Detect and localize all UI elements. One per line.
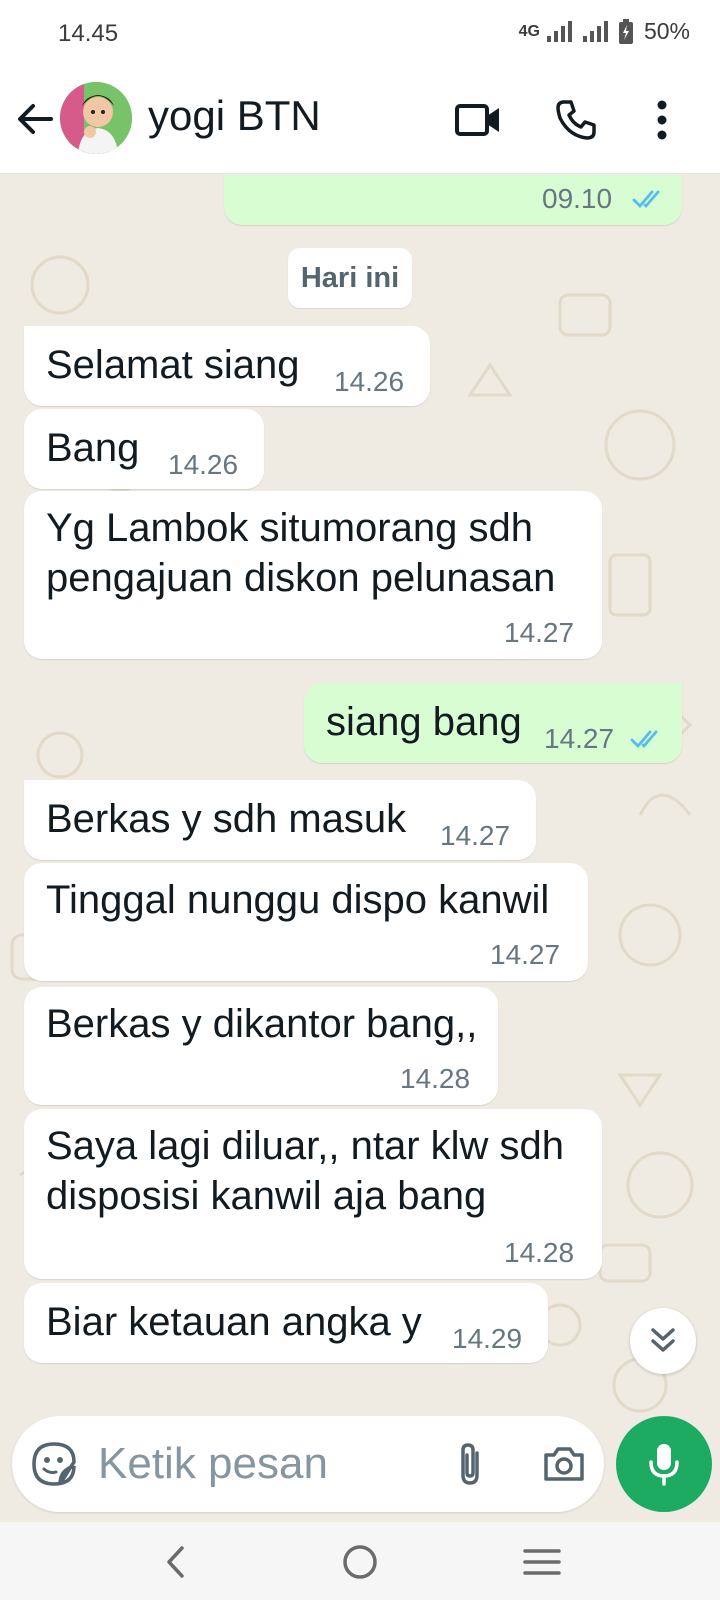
battery-icon [618, 18, 633, 44]
message-text: Biar ketauan angka y [46, 1300, 422, 1344]
nav-home-button[interactable] [330, 1532, 390, 1592]
back-button[interactable] [12, 96, 58, 142]
read-receipt-icon [630, 730, 658, 749]
message-bubble-incoming[interactable]: Tinggal nunggu dispo kanwil 14.27 [24, 863, 588, 981]
message-time: 14.27 [504, 617, 575, 648]
message-composer [12, 1416, 604, 1512]
message-bubble-incoming[interactable]: Bang 14.26 [24, 409, 264, 489]
message-time: 14.29 [452, 1323, 523, 1354]
message-bubble-incoming[interactable]: Selamat siang 14.26 [24, 326, 430, 406]
message-text: Tinggal nunggu dispo kanwil [46, 878, 550, 922]
camera-button[interactable] [538, 1438, 590, 1490]
status-indicators: 4G 50% [519, 18, 690, 45]
contact-photo [60, 82, 132, 154]
paperclip-icon [461, 1443, 479, 1485]
message-text-line: disposisi kanwil aja bang [46, 1174, 487, 1218]
nav-home-icon [343, 1545, 377, 1579]
emoji-button[interactable] [30, 1440, 78, 1488]
message-text: Berkas y sdh masuk [46, 797, 407, 841]
message-text-line: pengajuan diskon pelunasan [46, 556, 556, 600]
contact-name[interactable]: yogi BTN [148, 92, 321, 140]
date-divider: Hari ini [288, 248, 412, 308]
message-time: 14.27 [544, 723, 615, 754]
status-bar: 14.45 4G 50% [0, 0, 720, 68]
message-time: 14.26 [168, 449, 239, 480]
message-bubble-outgoing[interactable]: siang bang 14.27 [304, 683, 682, 763]
message-text: Berkas y dikantor bang,, [46, 1002, 478, 1046]
network-type: 4G [518, 22, 540, 40]
message-text: siang bang [326, 700, 522, 744]
read-receipt-icon [632, 190, 660, 209]
nav-recents-button[interactable] [512, 1532, 572, 1592]
more-options-button[interactable] [636, 94, 688, 146]
message-text-line: Saya lagi diluar,, ntar klw sdh [46, 1124, 565, 1168]
more-options-icon [657, 100, 667, 140]
back-arrow-icon [18, 104, 53, 134]
microphone-icon [649, 1444, 679, 1486]
status-time: 14.45 [58, 20, 119, 47]
message-text-line: Yg Lambok situmorang sdh [46, 506, 533, 550]
chat-header: yogi BTN [0, 68, 720, 174]
video-call-icon [455, 104, 499, 136]
message-bubble-incoming[interactable]: Yg Lambok situmorang sdh pengajuan disko… [24, 491, 602, 659]
scroll-to-bottom-button[interactable] [630, 1308, 696, 1374]
message-time: 09.10 [542, 183, 613, 214]
nav-back-icon [167, 1546, 184, 1578]
message-time: 14.28 [400, 1063, 471, 1094]
voice-call-button[interactable] [550, 94, 602, 146]
message-bubble-incoming[interactable]: Biar ketauan angka y 14.29 [24, 1283, 548, 1363]
message-time: 14.26 [334, 366, 405, 397]
video-call-button[interactable] [452, 94, 504, 146]
message-text: Selamat siang [46, 343, 300, 387]
attach-button[interactable] [444, 1438, 496, 1490]
message-bubble-incoming[interactable]: Berkas y sdh masuk 14.27 [24, 780, 536, 860]
message-bubble-outgoing[interactable]: 09.10 [224, 175, 682, 225]
message-input[interactable] [98, 1434, 388, 1494]
nav-recents-icon [523, 1549, 561, 1575]
system-navigation-bar [0, 1522, 720, 1600]
chat-area[interactable]: 09.10 Hari ini Selamat siang 14.26 Bang … [0, 175, 720, 1520]
voice-message-button[interactable] [616, 1416, 712, 1512]
nav-back-button[interactable] [146, 1532, 206, 1592]
camera-icon [544, 1447, 584, 1481]
message-time: 14.27 [440, 820, 511, 851]
avatar[interactable] [60, 82, 132, 154]
emoji-sticker-icon [32, 1442, 76, 1486]
signal-icon [546, 20, 572, 42]
signal-icon [582, 20, 608, 42]
message-text: Bang [46, 426, 140, 470]
double-chevron-down-icon [651, 1328, 675, 1352]
phone-icon [556, 100, 596, 140]
battery-percent: 50% [643, 18, 690, 44]
message-time: 14.28 [504, 1237, 575, 1268]
message-time: 14.27 [490, 939, 561, 970]
message-bubble-incoming[interactable]: Saya lagi diluar,, ntar klw sdh disposis… [24, 1109, 602, 1279]
message-bubble-incoming[interactable]: Berkas y dikantor bang,, 14.28 [24, 987, 498, 1105]
